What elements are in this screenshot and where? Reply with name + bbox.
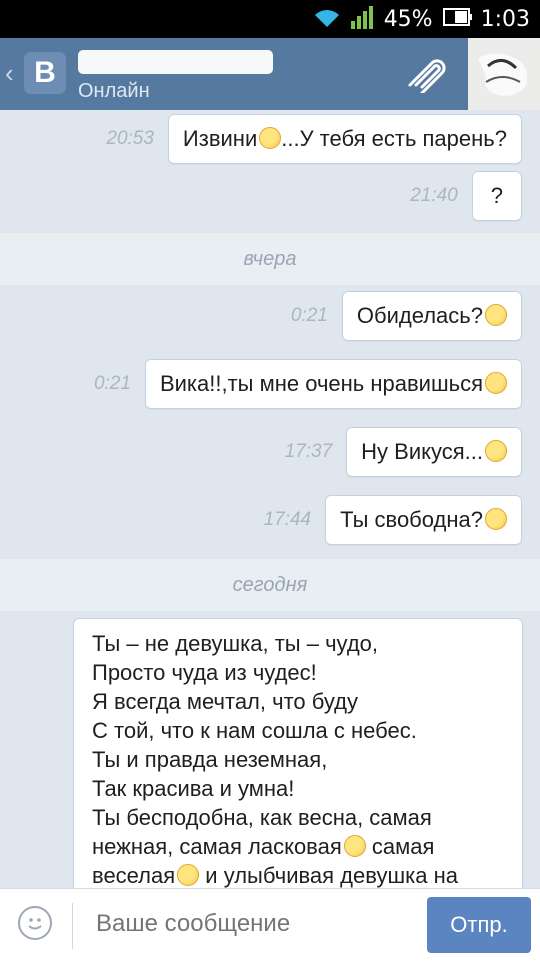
message-time: 20:53 [106, 128, 154, 149]
poem-line: С той, что к нам сошла с небес. [92, 718, 417, 743]
send-button[interactable]: Отпр. [427, 897, 531, 953]
message-time: 0:21 [93, 373, 131, 394]
message-text: Ты свободна? [340, 507, 483, 532]
paperclip-icon[interactable] [404, 55, 448, 98]
message-bubble-long[interactable]: Ты – не девушка, ты – чудо, Просто чуда … [73, 618, 523, 888]
message-bubble[interactable]: ? [471, 171, 522, 221]
contact-status: Онлайн [78, 80, 150, 102]
poem-line: Так красива и умна! [92, 776, 295, 801]
kissing-face-icon [485, 372, 507, 395]
date-divider: сегодня [0, 559, 540, 611]
message-time: 21:40 [410, 185, 458, 206]
kissing-face-icon [343, 835, 366, 858]
message: 20:53 Извини ...У тебя есть парень? [106, 114, 522, 164]
poem-line: Я всегда мечтал, что буду [92, 689, 358, 714]
message-bubble[interactable]: Вика!!,ты мне очень нравишься [144, 359, 522, 409]
poem-line: нежная, самая ласковая [92, 834, 342, 859]
message-text: Вика!!,ты мне очень нравишься [159, 371, 483, 396]
message-text: ...У тебя есть парень? [281, 126, 507, 151]
back-icon[interactable]: ‹ [5, 58, 14, 89]
message-text: ? [490, 183, 503, 208]
poem-line: веселая [92, 863, 176, 888]
message-text: Ну Викуся... [361, 439, 483, 464]
battery-icon [442, 7, 473, 32]
poem-line: Ты бесподобна, как весна, самая [92, 805, 432, 830]
weary-face-icon [259, 127, 282, 150]
poem-line: самая [371, 834, 435, 859]
message-list[interactable]: 20:53 Извини ...У тебя есть парень? 21:40… [0, 110, 540, 888]
message-time: 17:37 [284, 441, 333, 462]
date-divider: вчера [0, 233, 540, 285]
message-time: 17:44 [263, 509, 312, 530]
message-bubble[interactable]: Ты свободна? [325, 495, 522, 545]
contact-avatar[interactable] [468, 38, 540, 110]
battery-percent: 45% [383, 6, 433, 32]
poem-line: Ты и правда неземная, [92, 747, 328, 772]
kissing-face-icon [485, 508, 507, 531]
signal-icon [350, 5, 376, 34]
message-text: Обиделась? [356, 303, 483, 328]
message: 21:40 ? [410, 171, 522, 221]
message-text: Извини [182, 126, 258, 151]
poem-line-group: веселая и улыбчивая девушка на [92, 861, 504, 888]
message: 17:37 Ну Викуся... [285, 427, 522, 477]
divider [72, 903, 73, 949]
message: 0:21 Вика!!,ты мне очень нравишься [94, 359, 522, 409]
poem-line-group: нежная, самая ласковая самая [92, 832, 504, 861]
chat-header: ‹ В Онлайн [0, 38, 540, 110]
poem-line: и улыбчивая девушка на [205, 863, 458, 888]
contact-name-redacted[interactable] [78, 50, 273, 74]
poem-line: Просто чуда из чудес! [92, 660, 317, 685]
message-input[interactable] [94, 909, 398, 939]
compose-bar: Отпр. [0, 888, 540, 961]
message: 17:44 Ты свободна? [264, 495, 522, 545]
crying-face-icon [485, 304, 507, 327]
message-time: 0:21 [290, 305, 328, 326]
message-bubble[interactable]: Извини ...У тебя есть парень? [167, 114, 522, 164]
smiling-face-icon [177, 864, 200, 887]
poem-line: Ты – не девушка, ты – чудо, [92, 631, 378, 656]
smiling-face-icon [485, 440, 507, 463]
app-logo[interactable]: В [24, 52, 66, 94]
emoji-picker-icon[interactable] [18, 906, 52, 940]
message: 0:21 Обиделась? [291, 291, 522, 341]
clock: 1:03 [480, 6, 530, 32]
status-bar: 45% 1:03 [0, 0, 540, 38]
message-bubble[interactable]: Обиделась? [341, 291, 522, 341]
wifi-icon [312, 5, 342, 34]
message-bubble[interactable]: Ну Викуся... [346, 427, 522, 477]
